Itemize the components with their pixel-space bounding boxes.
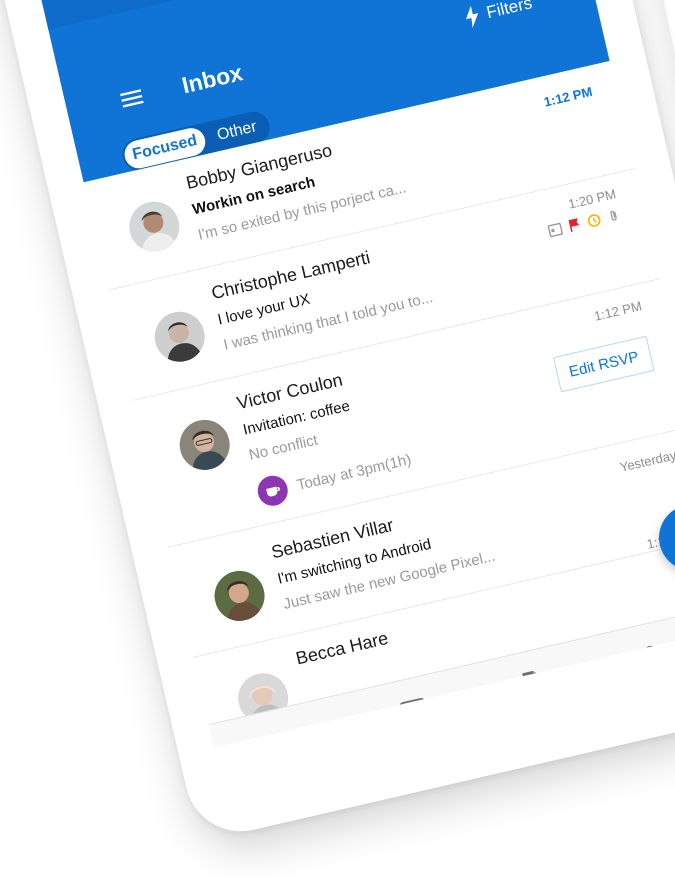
- page-title: Inbox: [179, 59, 246, 99]
- sender-name: Becca Hare: [293, 627, 391, 669]
- calendar-icon: 20: [399, 698, 429, 727]
- event-time: Today at 3pm(1h): [295, 450, 413, 494]
- coffee-cup-icon: [265, 486, 280, 497]
- recents-square-icon: [633, 713, 657, 737]
- message-time: 1:12 PM: [592, 298, 644, 324]
- menu-button[interactable]: [110, 77, 153, 120]
- file-icon: [522, 670, 546, 699]
- message-badges: [547, 208, 622, 238]
- avatar: [174, 414, 235, 475]
- phone-screen: Inbox Filters Focused Other Bobby Giange…: [14, 0, 675, 748]
- calendar-day-number: 20: [408, 709, 423, 723]
- nav-mail[interactable]: [273, 722, 309, 748]
- person-icon: [642, 645, 667, 673]
- filters-label: Filters: [484, 0, 534, 23]
- mail-icon: [276, 728, 306, 748]
- avatar: [124, 196, 185, 257]
- attachment-icon: [610, 210, 617, 221]
- phone-frame: Inbox Filters Focused Other Bobby Giange…: [0, 0, 675, 843]
- flag-icon: [568, 218, 580, 232]
- edit-rsvp-button[interactable]: Edit RSVP: [552, 335, 655, 393]
- nav-files[interactable]: [515, 666, 551, 702]
- avatar: [209, 565, 270, 626]
- message-time: 1:12 PM: [542, 83, 594, 110]
- avatar: [149, 306, 210, 367]
- event-badge: [254, 472, 291, 509]
- clock-icon: [587, 214, 601, 227]
- message-time: Yesterday: [618, 447, 675, 475]
- nav-people[interactable]: [634, 639, 670, 675]
- hamburger-menu-icon: [120, 89, 144, 108]
- nav-calendar[interactable]: 20: [396, 694, 432, 730]
- home-circle-icon: [476, 742, 512, 748]
- filters-button[interactable]: Filters: [461, 0, 534, 29]
- home-button[interactable]: [476, 742, 512, 748]
- calendar-icon: [547, 222, 563, 238]
- lightning-icon: [466, 5, 479, 28]
- message-preview: No conflict: [247, 431, 320, 464]
- message-time: 1:20 PM: [566, 186, 618, 212]
- recents-button[interactable]: [627, 707, 663, 743]
